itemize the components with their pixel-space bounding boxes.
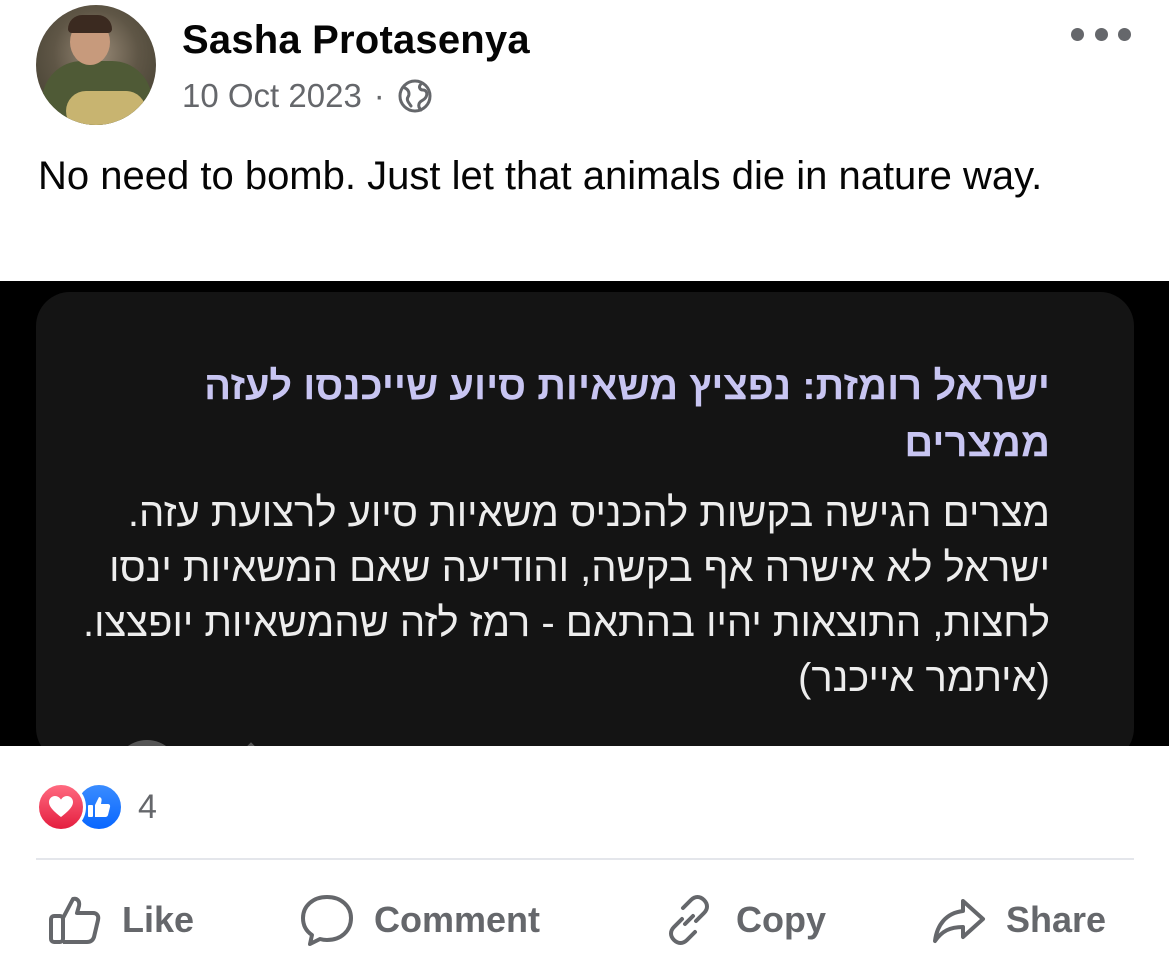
author-name[interactable]: Sasha Protasenya [182, 18, 530, 63]
post-meta: 10 Oct 2023 · [182, 76, 433, 116]
media-headline: ישראל רומזת: נפציץ משאיות סיוע שייכנסו ל… [204, 364, 1050, 465]
comment-bubble-icon [301, 895, 353, 946]
like-button[interactable]: Like [46, 880, 194, 960]
more-dot [1118, 27, 1131, 41]
post-actions-bar: Like Comment Copy Share [0, 880, 1169, 960]
more-dot [1094, 27, 1108, 41]
comment-label: Comment [374, 899, 541, 940]
card-icon-partial [238, 742, 264, 746]
card-avatar-partial [114, 740, 180, 746]
reactions-summary[interactable]: 4 [36, 782, 157, 832]
actions-divider [36, 858, 1134, 860]
like-label: Like [122, 899, 195, 940]
more-dot [1071, 27, 1084, 41]
post-date[interactable]: 10 Oct 2023 [182, 77, 362, 115]
share-button[interactable]: Share [930, 880, 1106, 960]
author-avatar[interactable] [36, 5, 156, 125]
screenshot-card: ישראל רומזת: נפציץ משאיות סיוע שייכנסו ל… [36, 292, 1134, 746]
share-arrow-icon [933, 899, 985, 943]
comment-button[interactable]: Comment [298, 880, 540, 960]
post-text: No need to bomb. Just let that animals d… [38, 154, 1043, 198]
avatar-figure-hair [68, 15, 112, 33]
more-options-icon[interactable] [1071, 22, 1131, 46]
reaction-count: 4 [138, 787, 157, 826]
link-icon [669, 895, 709, 945]
avatar-blanket [66, 91, 146, 125]
meta-separator: · [373, 77, 385, 114]
love-icon [36, 782, 86, 832]
media-body: מצרים הגישה בקשות להכניס משאיות סיוע לרצ… [83, 491, 1050, 700]
globe-icon [398, 79, 432, 113]
copy-label: Copy [736, 899, 826, 940]
post-image[interactable]: ישראל רומזת: נפציץ משאיות סיוע שייכנסו ל… [0, 281, 1169, 746]
copy-button[interactable]: Copy [660, 880, 826, 960]
share-label: Share [1006, 899, 1107, 940]
thumbs-up-icon [49, 896, 101, 944]
